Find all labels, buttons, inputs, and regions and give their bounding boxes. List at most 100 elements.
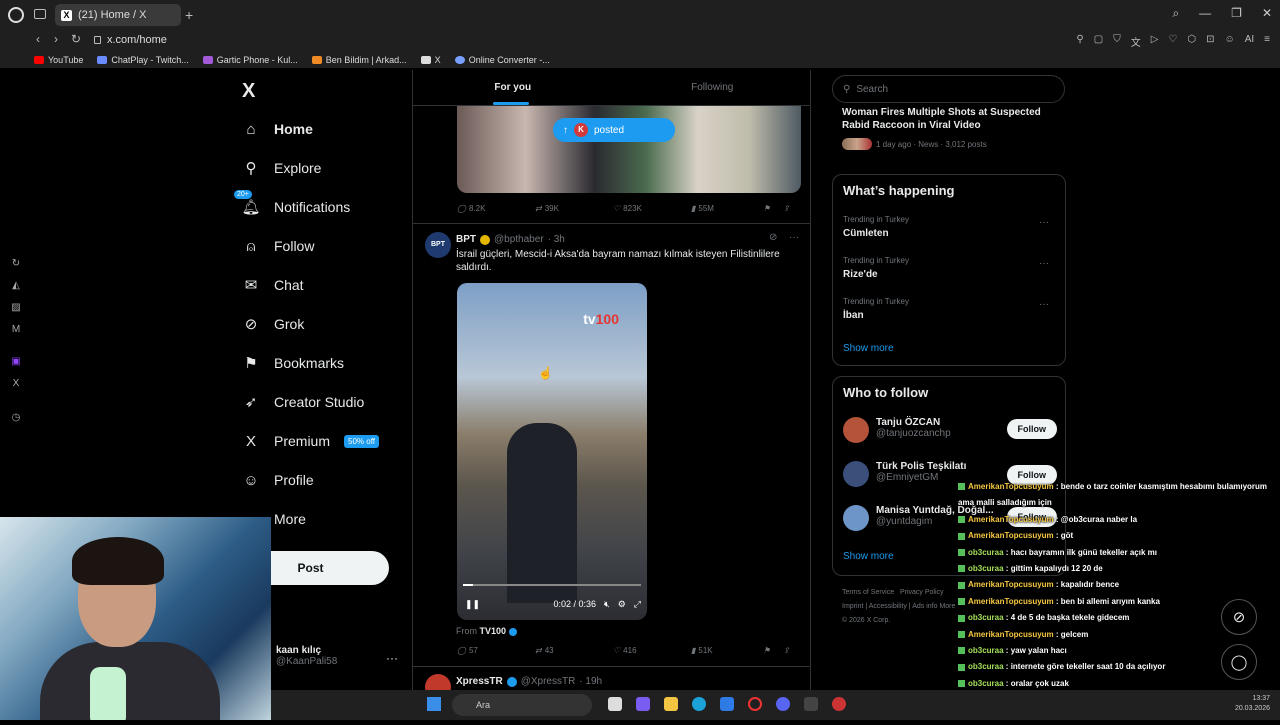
messages-floating-button[interactable]: ◯: [1221, 644, 1257, 680]
share-button[interactable]: ⇪: [783, 646, 790, 655]
taskbar-search[interactable]: Ara: [452, 694, 592, 716]
reply-button[interactable]: ◯ 8.2K: [457, 204, 535, 213]
bookmark-chatplay[interactable]: ChatPlay - Twitch...: [97, 55, 189, 65]
grok-icon[interactable]: ⊘: [769, 232, 777, 243]
avatar[interactable]: BPT: [425, 232, 451, 258]
video-player[interactable]: tv100 ❚❚ 0:02 / 0:36 🔇︎ ⚙ ⤢: [457, 283, 647, 620]
shield-icon[interactable]: ⛉: [1113, 34, 1121, 49]
footer-link[interactable]: Ads info: [912, 603, 937, 610]
show-more-link[interactable]: Show more: [843, 551, 894, 562]
translate-icon[interactable]: 文: [1131, 34, 1141, 49]
nav-bookmarks[interactable]: ⚑ Bookmarks: [242, 354, 344, 372]
pause-button[interactable]: ❚❚: [465, 599, 480, 610]
close-window-button[interactable]: ✕: [1262, 6, 1272, 21]
footer-link[interactable]: Accessibility: [869, 603, 907, 610]
bookmark-benbildim[interactable]: Ben Bildim | Arkad...: [311, 55, 407, 65]
trend-item[interactable]: Trending in Turkey Cümleten ···: [843, 215, 1057, 239]
footer-link[interactable]: Privacy Policy: [900, 589, 944, 596]
back-button[interactable]: ‹: [36, 32, 40, 46]
nav-chat[interactable]: ✉ Chat: [242, 276, 304, 294]
tab-manager-icon[interactable]: [34, 9, 46, 19]
edge-icon[interactable]: [692, 697, 706, 711]
player-icon[interactable]: ▷: [1151, 34, 1159, 49]
nav-follow[interactable]: ⍝ Follow: [242, 237, 314, 255]
follow-button[interactable]: Follow: [1006, 419, 1057, 439]
views-button[interactable]: ▮ 55M: [691, 204, 763, 213]
more-icon[interactable]: ···: [789, 232, 799, 243]
address-bar[interactable]: x.com/home: [94, 34, 167, 46]
task-view-icon[interactable]: [608, 697, 622, 711]
author-name[interactable]: BPT: [456, 234, 476, 245]
forward-button[interactable]: ›: [54, 32, 58, 46]
browser-tab[interactable]: X (21) Home / X: [55, 4, 181, 26]
aria-icon[interactable]: ◭: [10, 280, 22, 292]
news-headline[interactable]: Woman Fires Multiple Shots at Suspected …: [842, 106, 1057, 132]
trend-item[interactable]: Trending in Turkey İban ···: [843, 297, 1057, 321]
share-button[interactable]: ⇪: [783, 204, 790, 213]
nav-profile[interactable]: ☺ Profile: [242, 471, 313, 489]
opera-logo-icon[interactable]: [8, 7, 24, 23]
messenger-icon[interactable]: M: [10, 324, 22, 336]
grok-floating-button[interactable]: ⊘: [1221, 599, 1257, 635]
opera-icon[interactable]: [748, 697, 762, 711]
twitch-icon[interactable]: ▣: [10, 356, 22, 368]
footer-link[interactable]: Imprint: [842, 603, 863, 610]
bookmark-button[interactable]: ⚑: [763, 204, 783, 213]
store-icon[interactable]: [720, 697, 734, 711]
views-button[interactable]: ▮ 51K: [691, 646, 763, 655]
heart-icon[interactable]: ♡: [1168, 34, 1177, 49]
nav-explore[interactable]: ⚲ Explore: [242, 159, 322, 177]
wallet-icon[interactable]: ⊡: [1206, 34, 1214, 49]
footer-link[interactable]: More: [939, 603, 955, 610]
nav-home[interactable]: ⌂ Home: [242, 120, 312, 138]
refresh-icon[interactable]: ↻: [10, 258, 22, 270]
notes-icon[interactable]: ▨: [10, 302, 22, 314]
show-more-link[interactable]: Show more: [843, 343, 894, 354]
ai-button[interactable]: AI: [1245, 34, 1254, 49]
system-clock[interactable]: 13:37 20.03.2026: [1235, 694, 1270, 714]
follow-suggestion[interactable]: Tanju ÖZCAN @tanjuozcanchp Follow: [843, 417, 1057, 443]
maximize-button[interactable]: ❐: [1231, 6, 1242, 21]
minimize-button[interactable]: —: [1199, 6, 1211, 21]
history-icon[interactable]: ◷: [10, 412, 22, 424]
menu-icon[interactable]: ≡: [1264, 34, 1270, 49]
bookmark-button[interactable]: ⚑: [763, 646, 783, 655]
new-tab-button[interactable]: +: [185, 7, 193, 23]
tab-following[interactable]: Following: [613, 70, 811, 105]
app-icon[interactable]: [804, 697, 818, 711]
x-sidebar-icon[interactable]: X: [10, 378, 22, 390]
author-name[interactable]: XpressTR: [456, 676, 503, 687]
settings-icon[interactable]: ⚙: [618, 599, 626, 610]
account-icon[interactable]: ☺: [1224, 34, 1234, 49]
copilot-icon[interactable]: [636, 697, 650, 711]
trend-item[interactable]: Trending in Turkey Rize'de ···: [843, 256, 1057, 280]
app-icon[interactable]: [832, 697, 846, 711]
x-logo-icon[interactable]: X: [242, 80, 255, 103]
reload-button[interactable]: ↻: [71, 32, 81, 46]
search-tabs-icon[interactable]: ⌕: [1172, 6, 1179, 21]
snapshot-icon[interactable]: ▢: [1094, 34, 1103, 49]
repost-button[interactable]: ⇄ 39K: [535, 204, 613, 213]
folder-icon[interactable]: [664, 697, 678, 711]
account-switcher[interactable]: kaan kılıç @KaanPali58 ···: [276, 645, 406, 667]
tab-for-you[interactable]: For you: [413, 70, 613, 105]
fullscreen-button[interactable]: ⤢: [634, 599, 641, 610]
new-posts-pill[interactable]: ↑ K posted: [553, 118, 675, 142]
search-input[interactable]: ⚲ Search: [832, 75, 1065, 103]
windows-start-icon[interactable]: [427, 697, 441, 711]
nav-grok[interactable]: ⊘ Grok: [242, 315, 305, 333]
bookmark-converter[interactable]: Online Converter -...: [454, 55, 550, 65]
source-link[interactable]: TV100: [480, 626, 507, 636]
discord-icon[interactable]: [776, 697, 790, 711]
video-progress[interactable]: [463, 584, 641, 586]
like-button[interactable]: ♡ 416: [613, 646, 691, 655]
pin-icon[interactable]: ⚲: [1076, 34, 1083, 49]
extensions-icon[interactable]: ⬡: [1187, 34, 1196, 49]
reply-button[interactable]: ◯ 57: [457, 646, 535, 655]
footer-link[interactable]: Terms of Service: [842, 589, 894, 596]
more-icon[interactable]: ···: [1039, 258, 1049, 269]
bookmark-youtube[interactable]: YouTube: [34, 55, 83, 65]
nav-notifications[interactable]: 🔔︎ 20+ Notifications: [234, 190, 350, 216]
more-icon[interactable]: ···: [1039, 217, 1049, 228]
nav-premium[interactable]: X Premium 50% off: [242, 432, 379, 450]
